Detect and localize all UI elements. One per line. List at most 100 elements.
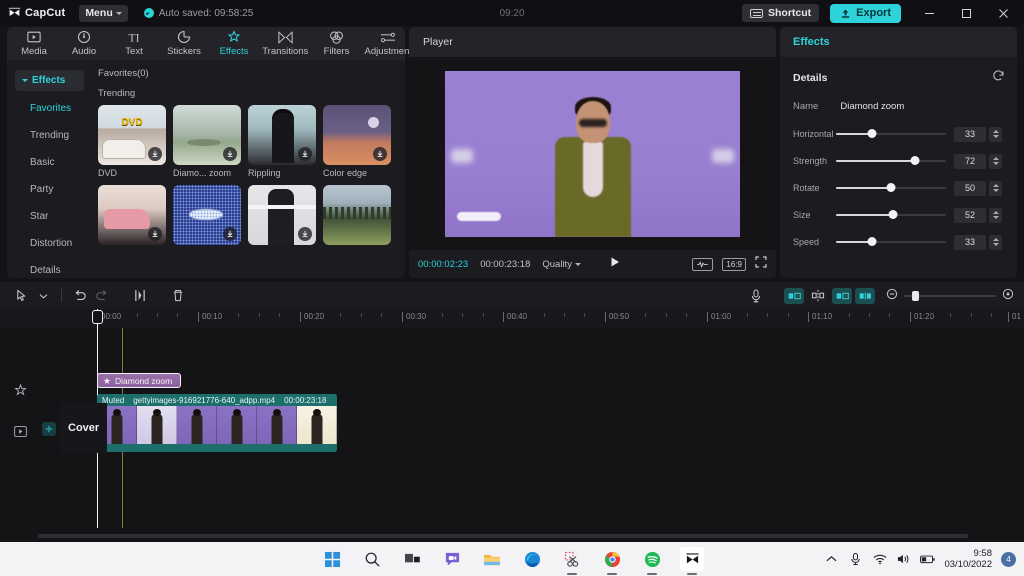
video-track-icon[interactable]: [12, 423, 28, 439]
sidebar-item-distortion[interactable]: Distortion: [7, 230, 92, 257]
download-icon[interactable]: [373, 147, 387, 161]
slider-label: Strength: [793, 156, 828, 166]
tab-filters[interactable]: Filters: [322, 30, 352, 57]
crop-icon[interactable]: [784, 287, 804, 304]
fullscreen-icon[interactable]: [755, 255, 767, 273]
slider-value[interactable]: 33: [954, 126, 986, 142]
edge-icon[interactable]: [520, 547, 544, 571]
sidebar-item-favorites[interactable]: Favorites: [7, 95, 92, 122]
zoom-in-icon[interactable]: [1002, 287, 1014, 305]
effect-card-rippling[interactable]: Rippling: [248, 105, 316, 178]
slider-knob[interactable]: [867, 129, 877, 138]
sidebar-item-details[interactable]: Details: [7, 257, 92, 278]
select-arrow-icon[interactable]: [10, 285, 32, 307]
sidebar-item-basic[interactable]: Basic: [7, 149, 92, 176]
timeline-scrollbar[interactable]: [38, 534, 968, 538]
slider-value[interactable]: 33: [954, 234, 986, 250]
menu-label: Menu: [85, 7, 113, 19]
slider-track[interactable]: [836, 129, 946, 138]
reset-icon[interactable]: [992, 69, 1005, 87]
mirror-icon[interactable]: [807, 285, 829, 307]
maximize-button[interactable]: [948, 0, 985, 26]
close-button[interactable]: [985, 0, 1022, 26]
tab-media[interactable]: Media: [19, 30, 49, 57]
tab-effects[interactable]: Effects: [219, 30, 249, 57]
microphone-icon[interactable]: [745, 285, 767, 307]
effect-card-color-edge[interactable]: Color edge: [323, 105, 391, 178]
stepper-rotate[interactable]: [989, 180, 1002, 196]
split-icon[interactable]: [129, 285, 151, 307]
redo-icon[interactable]: [91, 285, 113, 307]
waveform-toggle-icon[interactable]: [692, 257, 714, 271]
sidebar-item-star[interactable]: Star: [7, 203, 92, 230]
snipping-tool-icon[interactable]: [560, 547, 584, 571]
slider-value[interactable]: 50: [954, 180, 986, 196]
task-view-icon[interactable]: [400, 547, 424, 571]
slider-knob[interactable]: [888, 210, 898, 219]
tool-dropdown-icon[interactable]: [32, 285, 54, 307]
shortcut-button[interactable]: Shortcut: [741, 4, 820, 22]
minimize-button[interactable]: [911, 0, 948, 26]
effect-card-7[interactable]: [248, 185, 316, 248]
effect-clip-diamond-zoom[interactable]: Diamond zoom: [97, 373, 181, 388]
player-stage[interactable]: [409, 57, 776, 250]
download-icon[interactable]: [148, 147, 162, 161]
slider-track[interactable]: [836, 210, 946, 219]
download-icon[interactable]: [223, 147, 237, 161]
cover-label[interactable]: Cover: [60, 403, 108, 453]
slider-knob[interactable]: [886, 183, 896, 192]
stepper-size[interactable]: [989, 207, 1002, 223]
tab-text[interactable]: TI Text: [119, 30, 149, 57]
effect-card-6[interactable]: [173, 185, 241, 248]
stepper-horizontal[interactable]: [989, 126, 1002, 142]
chat-icon[interactable]: [440, 547, 464, 571]
delete-icon[interactable]: [167, 285, 189, 307]
zoom-out-icon[interactable]: [886, 287, 898, 305]
export-button[interactable]: Export: [830, 3, 901, 23]
slider-track[interactable]: [836, 156, 946, 165]
effect-card-diamond-zoom[interactable]: Diamo... zoom: [173, 105, 241, 178]
playhead-handle[interactable]: [92, 310, 103, 324]
spotify-icon[interactable]: [640, 547, 664, 571]
slider-track[interactable]: [836, 183, 946, 192]
sidebar-header-effects[interactable]: Effects: [15, 70, 84, 91]
chrome-icon[interactable]: [600, 547, 624, 571]
menu-button[interactable]: Menu: [79, 4, 128, 22]
mix-icon[interactable]: [855, 287, 875, 304]
stepper-speed[interactable]: [989, 234, 1002, 250]
capcut-icon[interactable]: [680, 547, 704, 571]
slider-track[interactable]: [836, 237, 946, 246]
slider-knob[interactable]: [910, 156, 920, 165]
effect-card-8[interactable]: [323, 185, 391, 248]
zoom-slider[interactable]: [904, 290, 996, 301]
zoom-slider-knob[interactable]: [912, 290, 919, 301]
sidebar-item-party[interactable]: Party: [7, 176, 92, 203]
cover-thumbnail-badge[interactable]: [42, 422, 56, 436]
slider-knob[interactable]: [867, 237, 877, 246]
tab-audio[interactable]: Audio: [69, 30, 99, 57]
slider-value[interactable]: 52: [954, 207, 986, 223]
play-button[interactable]: [609, 255, 621, 273]
download-icon[interactable]: [148, 227, 162, 241]
quality-dropdown[interactable]: Quality: [542, 259, 581, 270]
freeze-icon[interactable]: [832, 287, 852, 304]
download-icon[interactable]: [298, 227, 312, 241]
search-icon[interactable]: [360, 547, 384, 571]
effect-card-dvd[interactable]: DVD DVD: [98, 105, 166, 178]
tab-adjustment[interactable]: Adjustment: [364, 30, 412, 57]
effect-card-5[interactable]: [98, 185, 166, 248]
effects-track-icon[interactable]: [12, 382, 28, 398]
start-icon[interactable]: [320, 547, 344, 571]
sidebar-item-trending[interactable]: Trending: [7, 122, 92, 149]
aspect-ratio-button[interactable]: 16:9: [722, 257, 746, 271]
undo-icon[interactable]: [69, 285, 91, 307]
timeline-ruler[interactable]: 00:00 00:10 00:20 00:30 00:40 00:50 01:0…: [0, 309, 1024, 328]
slider-value[interactable]: 72: [954, 153, 986, 169]
stepper-strength[interactable]: [989, 153, 1002, 169]
tab-transitions[interactable]: Transitions: [262, 30, 308, 57]
download-icon[interactable]: [298, 147, 312, 161]
file-explorer-icon[interactable]: [480, 547, 504, 571]
download-icon[interactable]: [223, 227, 237, 241]
video-clip[interactable]: Muted gettyimages-916921776-640_adpp.mp4…: [97, 394, 337, 452]
tab-stickers[interactable]: Stickers: [167, 30, 201, 57]
